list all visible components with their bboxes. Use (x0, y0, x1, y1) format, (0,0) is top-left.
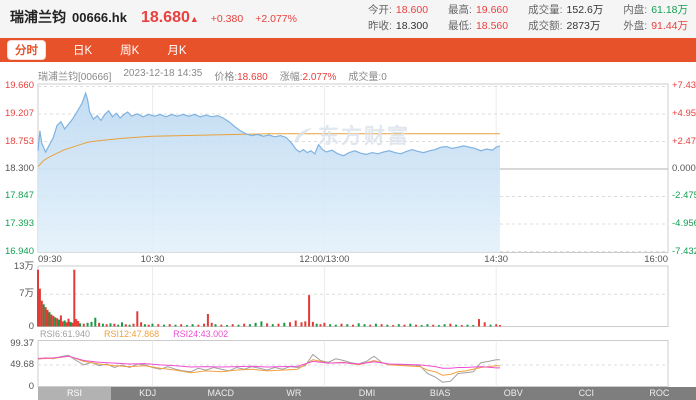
pct-axis-label: 0.000% (672, 164, 696, 174)
price-axis-label: 19.660 (0, 81, 34, 91)
stat-label: 最低: (448, 20, 472, 33)
period-tabbar: 分时 日K 周K 月K (0, 38, 696, 62)
stat-row: 昨收: 18.300 (368, 20, 428, 33)
price-change-pct: +2.077% (255, 13, 297, 25)
stat-label: 成交额: (528, 20, 562, 33)
price-axis-label: 18.753 (0, 137, 34, 147)
stat-label: 最高: (448, 4, 472, 17)
pct-axis-label: +2.475% (672, 137, 696, 147)
time-axis-label: 14:30 (484, 254, 508, 265)
indicator-tab-rsi[interactable]: RSI (38, 387, 111, 400)
header: 瑞浦兰钧 00666.hk 18.680▲ +0.380 +2.077% 今开:… (0, 0, 696, 38)
stat-label: 今开: (368, 4, 392, 17)
intraday-chart-canvas[interactable] (0, 62, 696, 400)
stat-column: 内盘: 61.18万外盘: 91.44万 (623, 4, 688, 33)
up-arrow-icon: ▲ (190, 14, 199, 24)
time-axis-label: 12:00/13:00 (299, 254, 349, 265)
rsi-legend-rsi12: RSI12:47.868 (104, 329, 159, 339)
price-axis-label: 17.847 (0, 191, 34, 201)
price-axis-label: 16.940 (0, 247, 34, 257)
rsi-axis-label: 49.68 (0, 360, 34, 370)
stat-row: 最低: 18.560 (448, 20, 508, 33)
price-change: +0.380 (211, 13, 243, 25)
tab-weekly-k[interactable]: 周K (120, 42, 139, 58)
indicator-tab-roc[interactable]: ROC (623, 387, 696, 400)
stat-value: 91.44万 (651, 20, 688, 33)
stat-label: 成交量: (528, 4, 562, 17)
stat-label: 昨收: (368, 20, 392, 33)
rsi-legend: RSI6:61.940 RSI12:47.868 RSI24:43.002 (40, 329, 228, 339)
price-axis-label: 18.300 (0, 164, 34, 174)
indicator-tab-wr[interactable]: WR (257, 387, 330, 400)
price-axis-label: 17.393 (0, 219, 34, 229)
tab-monthly-k[interactable]: 月K (167, 42, 186, 58)
quote-stats: 今开: 18.600 昨收: 18.300 最高: 19.660 最低: 18.560 成交量:… (368, 4, 688, 33)
indicator-tab-obv[interactable]: OBV (477, 387, 550, 400)
rsi-legend-rsi24: RSI24:43.002 (173, 329, 228, 339)
pct-axis-label: +7.432% (672, 81, 696, 91)
stock-chart-app: 瑞浦兰钧 00666.hk 18.680▲ +0.380 +2.077% 今开:… (0, 0, 696, 400)
stock-code: 00666.hk (72, 10, 127, 25)
stat-value: 61.18万 (651, 4, 688, 17)
stat-value: 18.600 (396, 4, 428, 17)
price-axis-label: 19.207 (0, 109, 34, 119)
indicator-tab-dmi[interactable]: DMI (330, 387, 403, 400)
tab-minute[interactable]: 分时 (8, 41, 45, 59)
stat-row: 外盘: 91.44万 (623, 20, 688, 33)
stat-label: 内盘: (623, 4, 647, 17)
indicator-tab-bias[interactable]: BIAS (404, 387, 477, 400)
volume-axis-label: 0 (0, 322, 34, 332)
current-price: 18.680▲ (141, 9, 199, 27)
time-axis-label: 09:30 (38, 254, 62, 265)
stat-value: 19.660 (476, 4, 508, 17)
pct-axis-label: -4.956% (672, 219, 696, 229)
chart-area: 瑞浦兰钧[00666] 2023-12-18 14:35 价格:18.680 涨… (0, 62, 696, 400)
stat-value: 18.560 (476, 20, 508, 33)
tab-daily-k[interactable]: 日K (73, 42, 92, 58)
stat-label: 外盘: (623, 20, 647, 33)
stat-value: 2873万 (567, 20, 601, 33)
stat-column: 成交量: 152.6万成交额: 2873万 (528, 4, 603, 33)
indicator-tab-kdj[interactable]: KDJ (111, 387, 184, 400)
rsi-axis-label: 0 (0, 382, 34, 392)
pct-axis-label: -2.475% (672, 191, 696, 201)
stat-row: 最高: 19.660 (448, 4, 508, 17)
volume-axis-label: 7万 (0, 289, 34, 299)
indicator-tab-cci[interactable]: CCI (550, 387, 623, 400)
stat-value: 18.300 (396, 20, 428, 33)
pct-axis-label: +4.956% (672, 109, 696, 119)
time-axis-label: 10:30 (141, 254, 165, 265)
stat-value: 152.6万 (567, 4, 604, 17)
rsi-axis-label: 99.37 (0, 339, 34, 349)
stat-row: 内盘: 61.18万 (623, 4, 688, 17)
time-axis-label: 16:00 (644, 254, 668, 265)
indicator-tab-macd[interactable]: MACD (184, 387, 257, 400)
pct-axis-label: -7.432% (672, 247, 696, 257)
rsi-legend-rsi6: RSI6:61.940 (40, 329, 90, 339)
indicator-tabbar: RSIKDJMACDWRDMIBIASOBVCCIROC (38, 387, 696, 400)
stat-row: 成交额: 2873万 (528, 20, 603, 33)
stat-row: 成交量: 152.6万 (528, 4, 603, 17)
stock-name: 瑞浦兰钧 (10, 7, 66, 27)
stat-column: 最高: 19.660 最低: 18.560 (448, 4, 508, 33)
stat-row: 今开: 18.600 (368, 4, 428, 17)
stat-column: 今开: 18.600 昨收: 18.300 (368, 4, 428, 33)
volume-axis-label: 13万 (0, 262, 34, 272)
